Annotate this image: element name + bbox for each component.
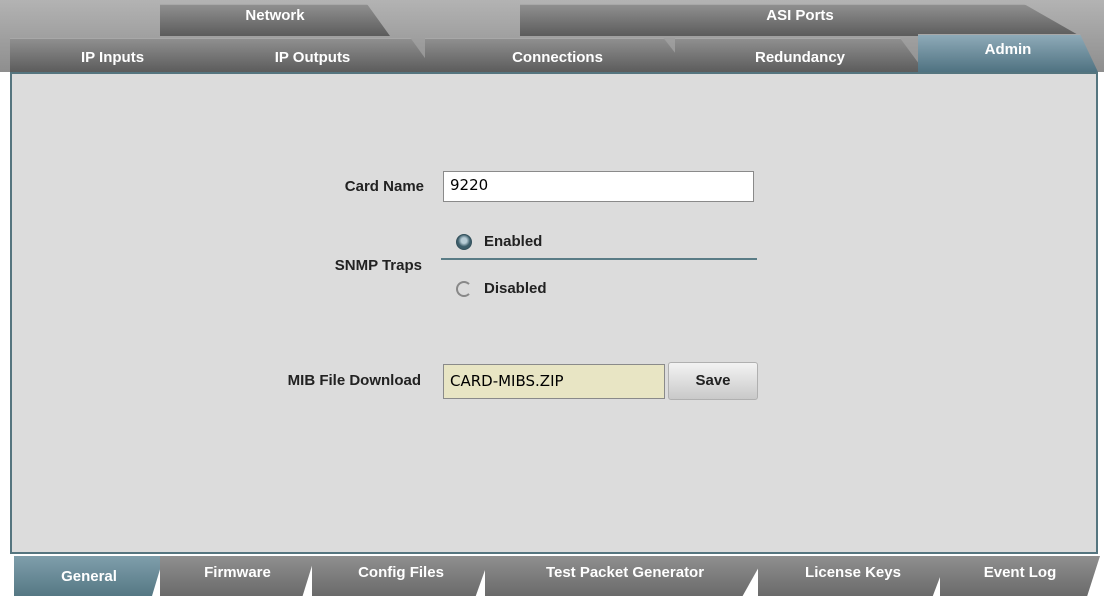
bottom-tab-bar: General Firmware Config Files Test Packe… (0, 556, 1104, 597)
card-name-input[interactable]: 9220 (443, 171, 754, 202)
separator (441, 258, 757, 260)
snmp-disabled-label: Disabled (484, 280, 547, 297)
radio-unselected-icon[interactable] (456, 280, 472, 297)
tab-connections[interactable]: Connections (425, 38, 690, 72)
tab-network[interactable]: Network (160, 4, 390, 36)
tab-license-keys[interactable]: License Keys (758, 556, 948, 596)
card-name-label: Card Name (344, 178, 424, 195)
radio-selected-icon[interactable] (456, 233, 472, 250)
mib-file-field[interactable]: CARD-MIBS.ZIP (443, 364, 665, 399)
tab-event-log[interactable]: Event Log (940, 556, 1100, 596)
snmp-disabled-option[interactable]: Disabled (456, 280, 547, 297)
mib-file-label: MIB File Download (287, 372, 421, 389)
snmp-enabled-option[interactable]: Enabled (456, 233, 542, 250)
snmp-traps-label: SNMP Traps (334, 257, 422, 274)
tab-redundancy[interactable]: Redundancy (675, 38, 925, 72)
tab-asi-ports[interactable]: ASI Ports (520, 4, 1080, 36)
tab-admin[interactable]: Admin (918, 34, 1098, 72)
tab-config-files[interactable]: Config Files (312, 556, 490, 596)
save-button[interactable]: Save (668, 362, 758, 400)
admin-general-panel (10, 72, 1098, 554)
tab-firmware[interactable]: Firmware (160, 556, 315, 596)
top-tab-bar: Network ASI Ports IP Inputs IP Outputs C… (0, 0, 1104, 72)
snmp-enabled-label: Enabled (484, 233, 543, 250)
tab-test-packet-generator[interactable]: Test Packet Generator (485, 556, 765, 596)
tab-general[interactable]: General (14, 556, 164, 596)
tab-ip-outputs[interactable]: IP Outputs (190, 38, 435, 72)
tab-ip-inputs[interactable]: IP Inputs (10, 38, 215, 72)
